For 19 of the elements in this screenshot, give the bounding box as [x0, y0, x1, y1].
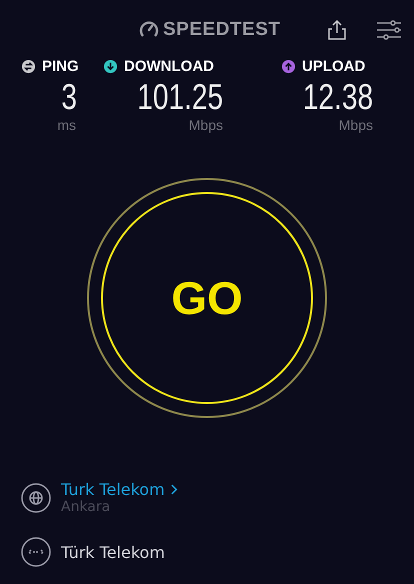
metric-label: DOWNLOAD: [124, 58, 214, 75]
metric-value: 3: [61, 77, 77, 117]
metric-value: 12.38: [302, 77, 373, 117]
isp-name: Türk Telekom: [61, 542, 165, 562]
settings-icon[interactable]: [376, 19, 402, 41]
metric-value: 101.25: [137, 77, 223, 117]
globe-icon: [21, 482, 51, 512]
metric-unit: Mbps: [188, 117, 223, 133]
server-name-link[interactable]: Turk Telekom: [61, 480, 165, 499]
metric-unit: Mbps: [338, 117, 373, 133]
go-button[interactable]: GO: [87, 178, 327, 418]
chevron-right-icon[interactable]: [170, 484, 178, 495]
share-icon[interactable]: [328, 19, 346, 41]
metric-label: PING: [42, 58, 79, 75]
metric-unit: ms: [57, 117, 76, 133]
metric-label: UPLOAD: [302, 58, 366, 75]
app-logo: SPEEDTEST: [163, 19, 280, 41]
server-location: Ankara: [61, 499, 112, 515]
connection-icon: [21, 537, 51, 567]
